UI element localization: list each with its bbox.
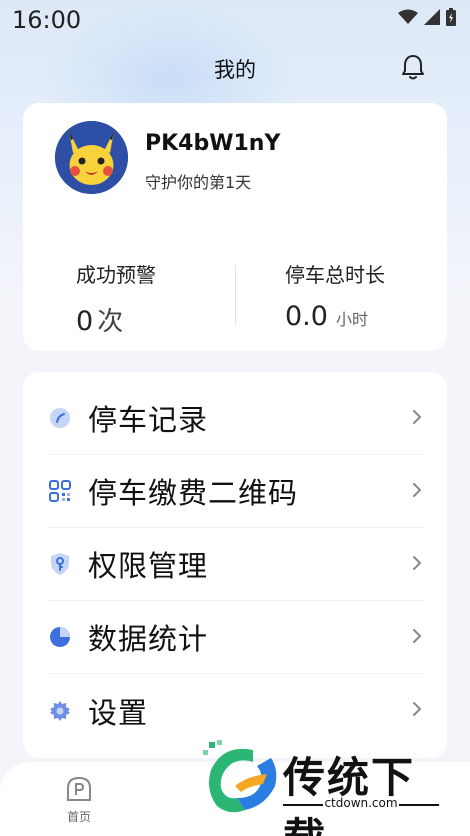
cellular-signal-icon xyxy=(424,9,440,25)
menu-label-parking-records: 停车记录 xyxy=(88,403,209,437)
warnings-label: 成功预警 xyxy=(76,263,156,287)
menu-item-parking-records[interactable]: 停车记录 xyxy=(48,382,424,455)
parking-duration-stat[interactable]: 0.0 小时 xyxy=(285,301,368,332)
pie-chart-icon xyxy=(48,625,72,649)
parking-duration-label: 停车总时长 xyxy=(285,263,385,287)
chevron-right-icon xyxy=(413,702,421,716)
status-time: 16:00 xyxy=(12,6,82,34)
chevron-right-icon xyxy=(413,629,421,643)
chevron-right-icon xyxy=(413,556,421,570)
menu-item-payment-qrcode[interactable]: 停车缴费二维码 xyxy=(48,455,424,528)
clock-icon xyxy=(48,406,72,430)
pikachu-avatar-icon xyxy=(55,121,128,194)
watermark-text: 传统下载 xyxy=(283,753,416,836)
watermark-logo-icon xyxy=(203,740,277,813)
menu-label-permissions: 权限管理 xyxy=(88,549,209,583)
watermark-line-right xyxy=(399,804,439,806)
watermark-url: ctdown.com xyxy=(324,796,398,810)
watermark: 传统下载 ctdown.com xyxy=(197,738,457,836)
menu-item-statistics[interactable]: 数据统计 xyxy=(48,601,424,674)
wifi-icon xyxy=(398,9,418,24)
gear-icon xyxy=(48,699,72,723)
chevron-right-icon xyxy=(413,410,421,424)
qrcode-icon xyxy=(48,479,72,503)
profile-card: PK4bW1nY 守护你的第1天 成功预警 0次 停车总时长 0.0 小时 xyxy=(23,103,447,351)
status-bar: 16:00 xyxy=(0,0,470,40)
menu-label-settings: 设置 xyxy=(88,695,149,730)
page-header: 我的 xyxy=(0,50,470,86)
shield-key-icon xyxy=(48,552,72,576)
menu-item-settings[interactable]: 设置 xyxy=(48,674,424,747)
bell-icon[interactable] xyxy=(398,52,428,82)
warnings-value: 0 xyxy=(76,306,94,337)
username: PK4bW1nY xyxy=(145,131,281,156)
avatar[interactable] xyxy=(55,121,128,194)
warnings-unit: 次 xyxy=(97,307,124,337)
parking-duration-value: 0.0 xyxy=(285,301,328,332)
menu-item-permissions[interactable]: 权限管理 xyxy=(48,528,424,601)
parking-icon xyxy=(67,776,91,801)
nav-home-tab[interactable]: 首页 xyxy=(62,776,96,825)
nav-home-label: 首页 xyxy=(66,810,91,824)
menu-label-statistics: 数据统计 xyxy=(88,622,209,656)
menu-card: 停车记录 停车缴费二维码 权限管理 数据统计 设置 xyxy=(23,372,447,758)
menu-label-payment-qrcode: 停车缴费二维码 xyxy=(88,476,299,510)
guard-days-text: 守护你的第1天 xyxy=(145,173,252,192)
warnings-stat[interactable]: 0次 xyxy=(76,301,123,338)
battery-icon xyxy=(446,8,456,26)
status-icons xyxy=(398,8,456,26)
chevron-right-icon xyxy=(413,483,421,497)
parking-duration-unit: 小时 xyxy=(335,310,368,329)
stats-divider xyxy=(235,265,236,325)
